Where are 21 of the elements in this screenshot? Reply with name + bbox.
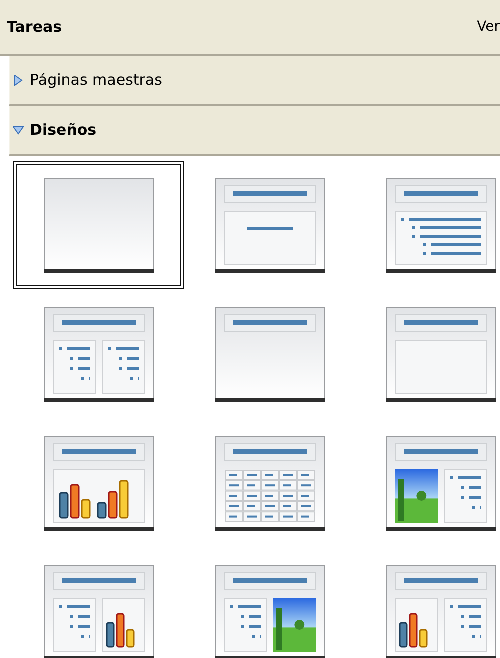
section-label: Páginas maestras (30, 71, 162, 89)
view-menu[interactable]: Ver (477, 19, 500, 35)
slide-layout-icon (44, 178, 154, 272)
slide-layout-icon (44, 306, 154, 402)
collapsed-triangle-icon (13, 74, 24, 86)
panel-title: Tareas (7, 18, 62, 36)
section-header[interactable]: Páginas maestras (9, 56, 500, 106)
slide-layout-icon (44, 564, 154, 658)
slide-layout-icon (214, 306, 324, 402)
slide-layout-icon (386, 436, 496, 530)
slide-layout-icon (386, 178, 496, 272)
slide-layout-icon (214, 564, 324, 658)
slide-layout-icon (386, 564, 496, 658)
slide-layout-icon (386, 306, 496, 402)
slide-layout-icon (214, 178, 324, 272)
layout-option[interactable] (13, 161, 184, 289)
slide-layout-icon (44, 436, 154, 530)
section-label: Diseños (30, 121, 97, 139)
expanded-triangle-icon (13, 124, 24, 136)
slide-layout-icon (214, 436, 324, 530)
section-header[interactable]: Diseños (9, 106, 500, 156)
